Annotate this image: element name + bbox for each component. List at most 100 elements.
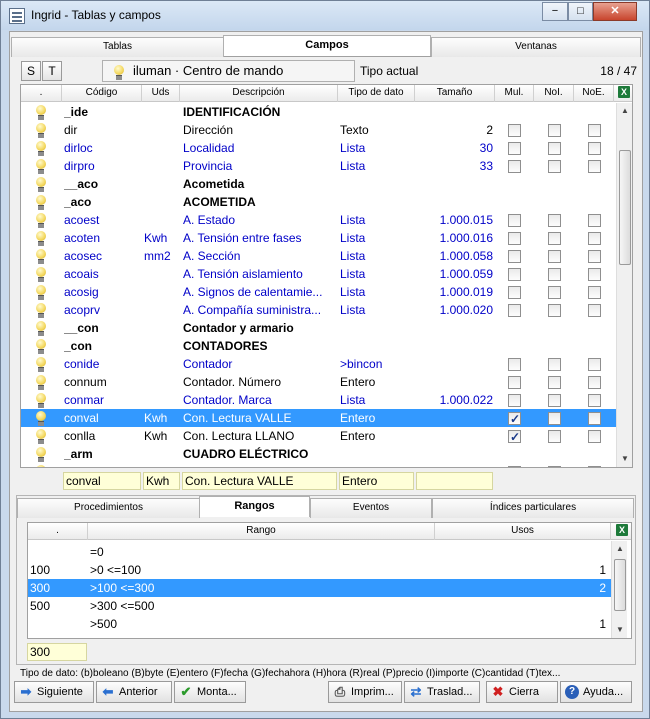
checkbox-noe[interactable] bbox=[588, 376, 601, 389]
checkbox-mul[interactable] bbox=[508, 304, 521, 317]
ranges-scrollbar[interactable]: ▲ ▼ bbox=[611, 541, 627, 638]
checkbox-mul[interactable] bbox=[508, 358, 521, 371]
checkbox-noi[interactable] bbox=[548, 286, 561, 299]
checkbox-noi[interactable] bbox=[548, 250, 561, 263]
checkbox-noi[interactable] bbox=[548, 214, 561, 227]
table-row[interactable]: acoprv A. Compañía suministra... Lista 1.00… bbox=[21, 301, 616, 319]
scroll-down-arrow[interactable]: ▼ bbox=[612, 622, 628, 638]
checkbox-mul[interactable] bbox=[508, 124, 521, 137]
table-row[interactable]: acosig A. Signos de calentamie... Lista 1.0… bbox=[21, 283, 616, 301]
checkbox-mul[interactable] bbox=[508, 376, 521, 389]
checkbox-noi[interactable] bbox=[548, 304, 561, 317]
checkbox-noi[interactable] bbox=[548, 376, 561, 389]
checkbox-noi[interactable] bbox=[548, 142, 561, 155]
table-row[interactable]: conide Contador >bincon bbox=[21, 355, 616, 373]
export-excel-icon[interactable]: X bbox=[611, 523, 631, 540]
checkbox-noe[interactable] bbox=[588, 232, 601, 245]
checkbox-mul[interactable] bbox=[508, 214, 521, 227]
list-item[interactable]: 500 >300 <=500 bbox=[28, 597, 611, 615]
checkbox-noe[interactable] bbox=[588, 160, 601, 173]
checkbox-noi[interactable] bbox=[548, 160, 561, 173]
checkbox-noe[interactable] bbox=[588, 214, 601, 227]
col-header-usos[interactable]: Usos bbox=[435, 523, 611, 540]
ayuda-button[interactable]: ? Ayuda... bbox=[560, 681, 632, 703]
anterior-button[interactable]: ⬅ Anterior bbox=[96, 681, 172, 703]
table-row[interactable]: __aco Acometida bbox=[21, 175, 616, 193]
checkbox-noe[interactable] bbox=[588, 250, 601, 263]
checkbox-noi[interactable] bbox=[548, 268, 561, 281]
checkbox-noe[interactable] bbox=[588, 358, 601, 371]
export-excel-icon[interactable]: X bbox=[614, 85, 632, 102]
col-header-uds[interactable]: Uds bbox=[142, 85, 180, 102]
trasladar-button[interactable]: ⇄ Traslad... bbox=[404, 681, 480, 703]
checkbox-noi[interactable] bbox=[548, 358, 561, 371]
table-row[interactable]: conmar Contador. Marca Lista 1.000.022 bbox=[21, 391, 616, 409]
col-header-noe[interactable]: NoE. bbox=[574, 85, 614, 102]
col-header-descripcion[interactable]: Descripción bbox=[180, 85, 338, 102]
ranges-grid[interactable]: . Rango Usos X =0 100 >0 <=100 1 300 >100 <=3… bbox=[27, 522, 632, 639]
checkbox-noe[interactable] bbox=[588, 412, 601, 425]
checkbox-noi[interactable] bbox=[548, 232, 561, 245]
table-row[interactable]: _ide IDENTIFICACIÓN bbox=[21, 103, 616, 121]
table-row[interactable]: conlla Kwh Con. Lectura LLANO Entero bbox=[21, 427, 616, 446]
tab-indices-particulares[interactable]: Índices particulares bbox=[432, 498, 634, 518]
scroll-down-arrow[interactable]: ▼ bbox=[617, 451, 632, 467]
checkbox-noe[interactable] bbox=[588, 286, 601, 299]
scroll-up-arrow[interactable]: ▲ bbox=[612, 541, 628, 557]
table-row[interactable]: dirpro Provincia Lista 33 bbox=[21, 157, 616, 175]
checkbox-mul[interactable] bbox=[508, 428, 521, 446]
table-row[interactable]: _arm CUADRO ELÉCTRICO bbox=[21, 445, 616, 463]
imprimir-button[interactable]: ⎙ Imprim... bbox=[328, 681, 402, 703]
tamano-editor[interactable] bbox=[416, 472, 493, 490]
table-row[interactable]: conval Kwh Con. Lectura VALLE Entero bbox=[21, 409, 616, 428]
checkbox-mul[interactable] bbox=[508, 160, 521, 173]
table-row[interactable] bbox=[21, 463, 616, 467]
checkbox-noi[interactable] bbox=[548, 430, 561, 443]
codigo-editor[interactable]: conval bbox=[63, 472, 141, 490]
checkbox-noe[interactable] bbox=[588, 124, 601, 137]
checkbox-mul[interactable] bbox=[508, 232, 521, 245]
col-header-noi[interactable]: NoI. bbox=[534, 85, 574, 102]
table-row[interactable]: _con CONTADORES bbox=[21, 337, 616, 355]
cierra-button[interactable]: ✖ Cierra bbox=[486, 681, 558, 703]
table-row[interactable]: connum Contador. Número Entero bbox=[21, 373, 616, 391]
tab-procedimientos[interactable]: Procedimientos bbox=[17, 498, 200, 518]
tipo-editor[interactable]: Entero bbox=[339, 472, 414, 490]
range-editor[interactable]: 300 bbox=[27, 643, 87, 661]
scroll-thumb[interactable] bbox=[614, 559, 626, 611]
table-row[interactable]: acoais A. Tensión aislamiento Lista 1.000.0… bbox=[21, 265, 616, 283]
table-row[interactable]: acoest A. Estado Lista 1.000.015 bbox=[21, 211, 616, 229]
descripcion-editor[interactable]: Con. Lectura VALLE bbox=[182, 472, 337, 490]
col-header-range-dot[interactable]: . bbox=[28, 523, 88, 540]
scroll-up-arrow[interactable]: ▲ bbox=[617, 103, 632, 119]
col-header-tipo[interactable]: Tipo de dato bbox=[338, 85, 415, 102]
table-row[interactable]: acosec mm2 A. Sección Lista 1.000.058 bbox=[21, 247, 616, 265]
checkbox-mul[interactable] bbox=[508, 250, 521, 263]
scroll-thumb[interactable] bbox=[619, 150, 631, 265]
tab-rangos[interactable]: Rangos bbox=[199, 496, 310, 517]
table-row[interactable]: _aco ACOMETIDA bbox=[21, 193, 616, 211]
col-header-tamano[interactable]: Tamaño bbox=[415, 85, 495, 102]
maximize-button[interactable]: □ bbox=[568, 2, 593, 21]
checkbox-noe[interactable] bbox=[588, 394, 601, 407]
tab-tablas[interactable]: Tablas bbox=[11, 37, 224, 57]
table-row[interactable]: acoten Kwh A. Tensión entre fases Lista 1.00… bbox=[21, 229, 616, 247]
uds-editor[interactable]: Kwh bbox=[143, 472, 180, 490]
context-selector[interactable]: iluman · Centro de mando bbox=[102, 60, 355, 82]
checkbox-mul[interactable] bbox=[508, 142, 521, 155]
checkbox-mul[interactable] bbox=[508, 394, 521, 407]
tab-eventos[interactable]: Eventos bbox=[310, 498, 432, 518]
tab-ventanas[interactable]: Ventanas bbox=[431, 37, 641, 57]
checkbox-noe[interactable] bbox=[588, 304, 601, 317]
checkbox-noi[interactable] bbox=[548, 466, 561, 467]
t-button[interactable]: T bbox=[42, 61, 62, 81]
checkbox-noe[interactable] bbox=[588, 466, 601, 467]
grid-scrollbar[interactable]: ▲ ▼ bbox=[616, 103, 632, 467]
close-window-button[interactable]: ✕ bbox=[593, 2, 637, 21]
col-header-rango[interactable]: Rango bbox=[88, 523, 435, 540]
checkbox-mul[interactable] bbox=[508, 466, 521, 467]
checkbox-mul[interactable] bbox=[508, 286, 521, 299]
list-item[interactable]: 300 >100 <=300 2 bbox=[28, 579, 611, 597]
checkbox-noe[interactable] bbox=[588, 142, 601, 155]
table-row[interactable]: __con Contador y armario bbox=[21, 319, 616, 337]
